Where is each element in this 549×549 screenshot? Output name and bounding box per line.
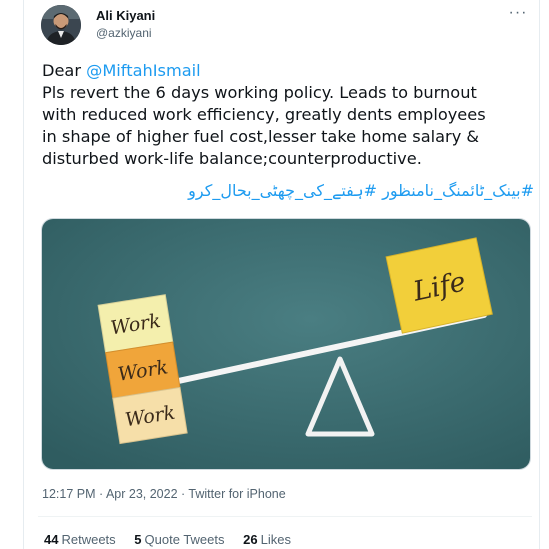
- avatar[interactable]: [41, 5, 81, 45]
- tweet-line: in shape of higher fuel cost,lesser take…: [42, 127, 480, 146]
- tweet-greeting: Dear: [42, 61, 87, 80]
- divider: [38, 516, 532, 517]
- likes-label: Likes: [260, 532, 291, 547]
- tweet-header: Ali Kiyani @azkiyani ···: [24, 0, 539, 52]
- tweet-line: disturbed work-life balance;counterprodu…: [42, 149, 422, 168]
- quote-tweets-label: Quote Tweets: [144, 532, 225, 547]
- meta-separator: ·: [177, 487, 189, 501]
- likes-count: 26: [243, 532, 258, 547]
- quote-tweets-stat[interactable]: 5 Quote Tweets: [134, 532, 224, 547]
- mention-link[interactable]: @MiftahIsmail: [86, 61, 200, 80]
- tweet-time[interactable]: 12:17 PM: [42, 487, 96, 501]
- more-options-icon[interactable]: ···: [507, 5, 529, 22]
- seesaw-illustration: Work Work Work Life: [42, 219, 530, 469]
- tweet-line: Pls revert the 6 days working policy. Le…: [42, 83, 477, 102]
- retweets-stat[interactable]: 44 Retweets: [44, 532, 116, 547]
- tweet-date[interactable]: Apr 23, 2022: [106, 487, 178, 501]
- hashtag-links[interactable]: #بینک_ٹائمنگ_نامنظور #ہفتے_کی_چھٹی_بحال_…: [154, 181, 534, 200]
- retweets-count: 44: [44, 532, 59, 547]
- tweet-media-image[interactable]: Work Work Work Life: [41, 218, 531, 470]
- likes-stat[interactable]: 26 Likes: [243, 532, 291, 547]
- tweet-greeting-line: Dear @MiftahIsmail: [42, 60, 532, 82]
- tweet-text: Dear @MiftahIsmail Pls revert the 6 days…: [42, 60, 532, 170]
- author-display-name[interactable]: Ali Kiyani: [96, 8, 155, 23]
- retweets-label: Retweets: [61, 532, 116, 547]
- engagement-stats: 44 Retweets 5 Quote Tweets 26 Likes: [44, 532, 306, 547]
- tweet-source[interactable]: Twitter for iPhone: [188, 487, 285, 501]
- author-handle[interactable]: @azkiyani: [96, 26, 152, 40]
- quote-tweets-count: 5: [134, 532, 142, 547]
- tweet-card: Ali Kiyani @azkiyani ··· Dear @MiftahIsm…: [23, 0, 540, 549]
- avatar-image: [41, 5, 81, 45]
- meta-separator: ·: [95, 487, 106, 501]
- tweet-metadata: 12:17 PM · Apr 23, 2022 · Twitter for iP…: [42, 487, 286, 501]
- tweet-line: with reduced work efficiency, greatly de…: [42, 105, 486, 124]
